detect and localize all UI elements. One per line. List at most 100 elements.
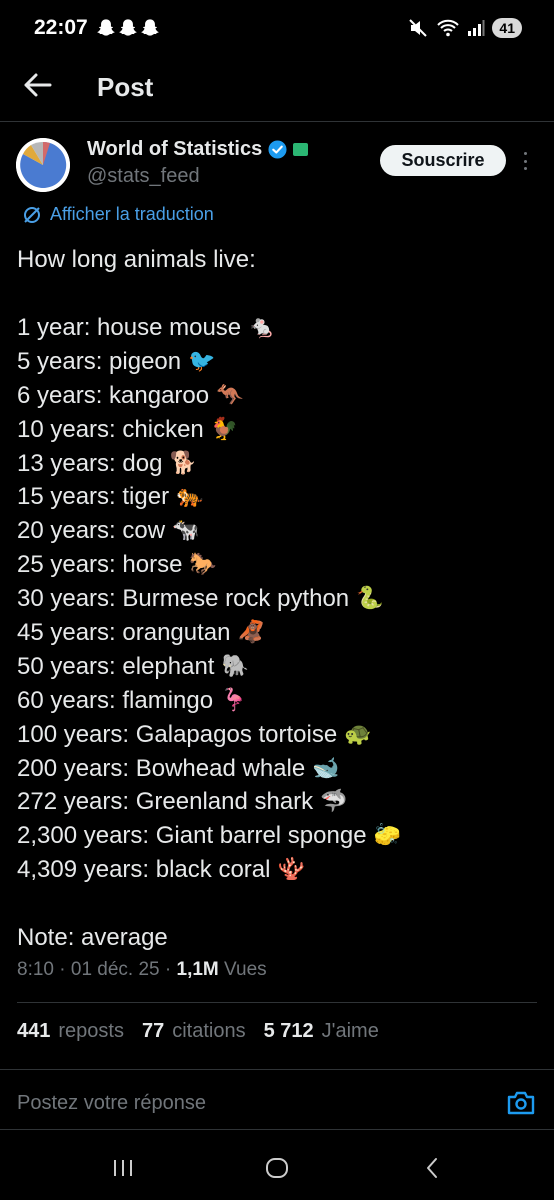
animal-emoji: 🦩: [220, 687, 248, 713]
animal-emoji: 🐄: [172, 518, 200, 544]
tweet-line-text: 13 years: dog: [17, 449, 163, 477]
subscribe-button[interactable]: Souscrire: [380, 145, 506, 176]
tweet-line: 13 years: dog 🐕: [17, 447, 537, 481]
views-count: 1,1M: [176, 959, 219, 980]
animal-emoji: 🐘: [221, 653, 249, 679]
tweet-line: 4,309 years: black coral 🪸: [17, 853, 537, 887]
home-icon[interactable]: [265, 1157, 289, 1179]
animal-emoji: 🦘: [216, 382, 244, 408]
reply-bar: [0, 1069, 554, 1129]
tweet-line-text: 25 years: horse: [17, 551, 183, 579]
tweet-line: 272 years: Greenland shark 🦈: [17, 785, 537, 819]
likes-count[interactable]: 5 712: [264, 1020, 314, 1043]
animal-emoji: 🪸: [277, 857, 305, 883]
tweet-line-text: 60 years: flamingo: [17, 686, 214, 714]
author-handle[interactable]: @stats_feed: [87, 165, 200, 188]
tweet-date: 01 déc. 25: [70, 959, 160, 980]
snapchat-icon: [141, 19, 159, 36]
animal-emoji: 🐎: [189, 552, 217, 578]
views-label: Vues: [224, 959, 267, 980]
tweet-line-text: 50 years: elephant: [17, 652, 215, 680]
tweet-line-text: 2,300 years: Giant barrel sponge: [17, 822, 367, 850]
snapchat-icon: [119, 19, 137, 36]
wifi-icon: [437, 19, 460, 37]
tweet-list: 1 year: house mouse 🐁 5 years: pigeon 🐦 6 ye…: [17, 311, 537, 887]
avatar[interactable]: [16, 138, 70, 192]
signal-icon: [468, 20, 485, 36]
tweet-line-text: 45 years: orangutan: [17, 618, 231, 646]
divider: [17, 1002, 537, 1003]
reposts-count[interactable]: 441: [17, 1020, 50, 1043]
notification-icons: [97, 18, 159, 37]
translate-icon: [24, 206, 40, 223]
translate-link[interactable]: Afficher la traduction: [22, 204, 214, 225]
snapchat-icon: [97, 19, 115, 36]
tweet-line: 200 years: Bowhead whale 🐋: [17, 752, 537, 786]
status-indicators: 41: [407, 17, 522, 39]
animal-emoji: 🐢: [344, 721, 372, 747]
more-vertical-icon[interactable]: [519, 149, 531, 173]
tweet-note: Note: average: [17, 924, 168, 952]
page-title: Post: [97, 72, 154, 102]
tweet-line-text: 10 years: chicken: [17, 415, 204, 443]
tweet-line: 1 year: house mouse 🐁: [17, 311, 537, 345]
tweet-time: 8:10: [17, 959, 54, 980]
chevron-left-icon[interactable]: [424, 1156, 440, 1180]
affiliate-badge-icon: [293, 143, 309, 156]
author-name-row[interactable]: World of Statistics: [87, 138, 309, 161]
tweet-line: 20 years: cow 🐄: [17, 514, 537, 548]
animal-emoji: 🐓: [210, 416, 239, 442]
animal-emoji: 🐅: [176, 484, 204, 510]
tweet-intro: How long animals live:: [17, 246, 256, 273]
animal-emoji: 🐍: [356, 586, 384, 612]
tweet-line: 10 years: chicken 🐓: [17, 413, 537, 447]
reply-input[interactable]: [17, 1092, 487, 1115]
animal-emoji: 🐦: [188, 348, 216, 374]
tweet-line-text: 5 years: pigeon: [17, 347, 182, 375]
tweet-line: 100 years: Galapagos tortoise 🐢: [17, 718, 537, 752]
tweet-meta: 8:10 · 01 déc. 25 · 1,1M Vues: [17, 959, 267, 981]
tweet-line: 50 years: elephant 🐘: [17, 650, 537, 684]
tweet-line-text: 20 years: cow: [17, 517, 166, 545]
tweet-line: 2,300 years: Giant barrel sponge 🧽: [17, 819, 537, 853]
tweet-line: 45 years: orangutan 🦧: [17, 616, 537, 650]
recent-apps-icon[interactable]: [112, 1158, 134, 1178]
translate-label[interactable]: Afficher la traduction: [50, 204, 214, 225]
tweet-line-text: 1 year: house mouse: [17, 313, 242, 341]
arrow-left-icon[interactable]: [22, 72, 54, 98]
animal-emoji: 🐕: [169, 450, 197, 476]
animal-emoji: 🦈: [320, 789, 348, 815]
author-name[interactable]: World of Statistics: [87, 138, 262, 161]
likes-label[interactable]: J'aime: [322, 1020, 379, 1043]
tweet-line-text: 200 years: Bowhead whale: [17, 754, 306, 782]
tweet-line-text: 15 years: tiger: [17, 483, 170, 511]
animal-emoji: 🧽: [373, 823, 401, 849]
tweet-line-text: 30 years: Burmese rock python: [17, 585, 350, 613]
battery-indicator: 41: [492, 18, 522, 38]
tweet-line: 60 years: flamingo 🦩: [17, 684, 537, 718]
verified-badge-icon: [268, 140, 287, 159]
pie-logo-icon: [16, 138, 70, 192]
quotes-label[interactable]: citations: [172, 1020, 245, 1043]
tweet-line: 25 years: horse 🐎: [17, 548, 537, 582]
animal-emoji: 🐁: [248, 314, 276, 340]
reposts-label[interactable]: reposts: [58, 1020, 124, 1043]
engagement-stats: 441 reposts 77 citations 5 712 J'aime: [17, 1020, 397, 1043]
tweet-line-text: 6 years: kangaroo: [17, 381, 210, 409]
quotes-count[interactable]: 77: [142, 1020, 164, 1043]
tweet-line-text: 272 years: Greenland shark: [17, 788, 314, 816]
top-header: Post: [0, 60, 554, 122]
system-nav-bar: [0, 1129, 554, 1200]
status-time: 22:07: [34, 16, 88, 39]
meta-separator: ·: [59, 959, 71, 980]
tweet-text: How long animals live: 1 year: house mou…: [17, 243, 537, 955]
tweet-line-text: 4,309 years: black coral: [17, 856, 271, 884]
animal-emoji: 🐋: [312, 755, 340, 781]
camera-icon[interactable]: [506, 1089, 536, 1117]
meta-separator: ·: [164, 959, 177, 980]
tweet-line: 6 years: kangaroo 🦘: [17, 379, 537, 413]
mute-icon: [409, 19, 428, 37]
tweet-line: 5 years: pigeon 🐦: [17, 345, 537, 379]
tweet-line: 15 years: tiger 🐅: [17, 480, 537, 514]
tweet-line-text: 100 years: Galapagos tortoise: [17, 720, 338, 748]
